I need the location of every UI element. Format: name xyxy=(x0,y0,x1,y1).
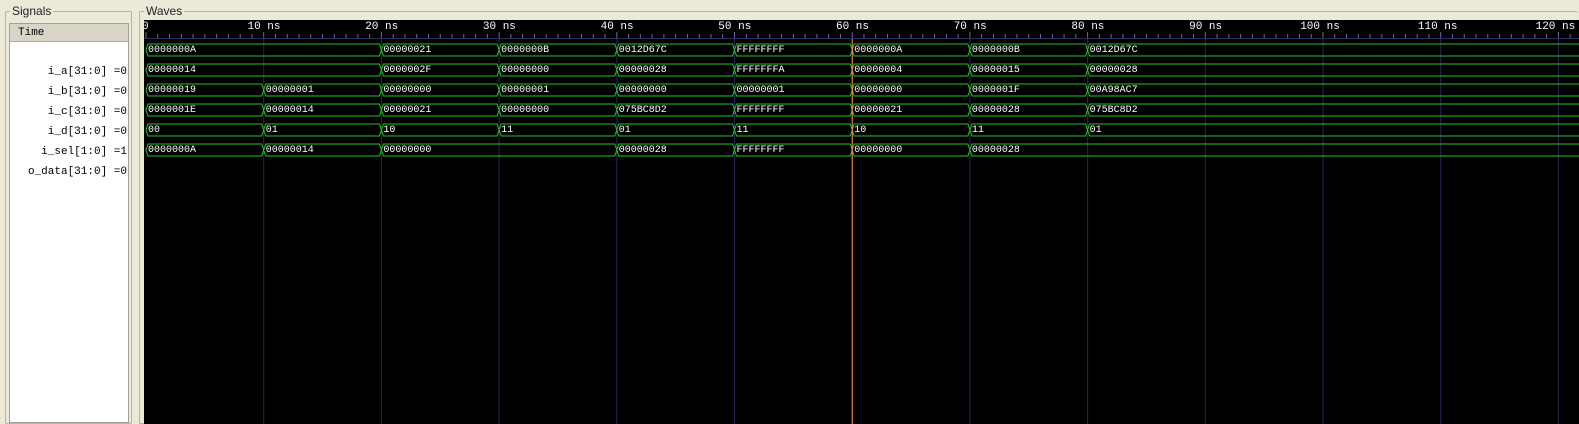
waveform-canvas[interactable]: 0 10 ns 20 ns 30 ns 40 ns 50 ns 60 ns 70 ns 80 n… xyxy=(144,20,1579,424)
wave-value-i_d-1: 00000014 xyxy=(265,105,314,116)
wave-value-i_d-0: 0000001E xyxy=(148,105,197,116)
signal-row-i-c[interactable]: i_c[31:0] =0 xyxy=(10,102,128,122)
wave-value-o_data-0: 0000000A xyxy=(148,145,197,156)
wave-value-i_sel-3: 11 xyxy=(501,125,514,136)
wave-value-i_d-4: 075BC8D2 xyxy=(618,105,667,116)
wave-value-i_sel-0: 00 xyxy=(148,125,161,136)
wave-value-i_a-4: FFFFFFFF xyxy=(736,45,785,56)
wave-value-i_sel-8: 01 xyxy=(1089,125,1102,136)
wave-value-i_c-3: 00000001 xyxy=(501,85,550,96)
wave-value-i_b-1: 0000002F xyxy=(383,65,432,76)
wave-value-i_b-3: 00000028 xyxy=(618,65,667,76)
wave-value-i_b-6: 00000015 xyxy=(971,65,1020,76)
wave-value-i_d-7: 00000028 xyxy=(971,105,1020,116)
wave-value-i_d-5: FFFFFFFF xyxy=(736,105,785,116)
wave-value-o_data-2: 00000000 xyxy=(383,145,432,156)
wave-value-i_a-3: 0012D67C xyxy=(618,45,667,56)
signal-row-i-a[interactable]: i_a[31:0] =0 xyxy=(10,62,128,82)
wave-value-o_data-6: 00000028 xyxy=(971,145,1020,156)
wave-value-i_c-5: 00000001 xyxy=(736,85,785,96)
signal-name-list[interactable]: Time i_a[31:0] =0 i_b[31:0] =0 i_c[31:0]… xyxy=(9,23,129,423)
wave-value-i_d-2: 00000021 xyxy=(383,105,432,116)
wave-segment-i_c-8 xyxy=(1087,83,1579,97)
wave-value-i_a-2: 0000000B xyxy=(501,45,550,56)
wave-segment-i_b-7 xyxy=(1087,63,1579,77)
wave-value-i_sel-5: 11 xyxy=(736,125,749,136)
wave-value-i_b-2: 00000000 xyxy=(501,65,550,76)
wave-value-i_sel-2: 10 xyxy=(383,125,396,136)
signal-row-i-sel[interactable]: i_sel[1:0] =1 xyxy=(10,142,128,162)
wave-value-o_data-1: 00000014 xyxy=(265,145,314,156)
waveform-svg xyxy=(145,32,1579,424)
wave-value-i_a-0: 0000000A xyxy=(148,45,197,56)
wave-segment-o_data-6 xyxy=(969,143,1579,157)
wave-value-i_c-0: 00000019 xyxy=(148,85,197,96)
wave-segment-i_sel-8 xyxy=(1087,123,1579,137)
signal-row-i-d[interactable]: i_d[31:0] =0 xyxy=(10,122,128,142)
wave-value-i_sel-4: 01 xyxy=(618,125,631,136)
wave-value-i_a-7: 0012D67C xyxy=(1089,45,1138,56)
wave-value-i_b-0: 00000014 xyxy=(148,65,197,76)
wave-value-i_a-5: 0000000A xyxy=(854,45,903,56)
wave-segment-i_sel-7 xyxy=(969,123,1089,137)
wave-value-i_b-7: 00000028 xyxy=(1089,65,1138,76)
signals-panel-title: Signals xyxy=(10,4,54,18)
wave-value-i_c-7: 0000001F xyxy=(971,85,1020,96)
wave-value-i_sel-1: 01 xyxy=(265,125,278,136)
wave-segment-i_sel-4 xyxy=(616,123,736,137)
wave-value-i_d-3: 00000000 xyxy=(501,105,550,116)
wave-value-i_c-4: 00000000 xyxy=(618,85,667,96)
wave-value-i_sel-7: 11 xyxy=(971,125,984,136)
wave-segment-i_sel-3 xyxy=(498,123,618,137)
signal-row-o-data[interactable]: o_data[31:0] =0 xyxy=(10,162,128,182)
wave-segment-i_d-8 xyxy=(1087,103,1579,117)
wave-value-i_c-8: 00A98AC7 xyxy=(1089,85,1138,96)
time-row-header: Time xyxy=(10,24,128,42)
wave-value-i_c-6: 00000000 xyxy=(854,85,903,96)
wave-segment-i_sel-5 xyxy=(733,123,853,137)
wave-value-i_d-8: 075BC8D2 xyxy=(1089,105,1138,116)
wave-segment-i_a-7 xyxy=(1087,43,1579,57)
wave-segment-i_sel-2 xyxy=(380,123,500,137)
waves-panel-title: Waves xyxy=(144,4,185,18)
wave-value-i_b-4: FFFFFFFA xyxy=(736,65,785,76)
wave-segment-i_sel-1 xyxy=(263,123,382,137)
wave-value-o_data-5: 00000000 xyxy=(854,145,903,156)
wave-value-i_c-1: 00000001 xyxy=(265,85,314,96)
wave-value-i_c-2: 00000000 xyxy=(383,85,432,96)
wave-segment-i_sel-6 xyxy=(851,123,971,137)
wave-value-i_d-6: 00000021 xyxy=(854,105,903,116)
wave-value-i_sel-6: 10 xyxy=(854,125,867,136)
wave-value-i_b-5: 00000004 xyxy=(854,65,903,76)
wave-value-o_data-4: FFFFFFFF xyxy=(736,145,785,156)
wave-value-i_a-6: 0000000B xyxy=(971,45,1020,56)
wave-value-o_data-3: 00000028 xyxy=(618,145,667,156)
wave-segment-i_sel-0 xyxy=(145,123,265,137)
signal-row-i-b[interactable]: i_b[31:0] =0 xyxy=(10,82,128,102)
wave-value-i_a-1: 00000021 xyxy=(383,45,432,56)
